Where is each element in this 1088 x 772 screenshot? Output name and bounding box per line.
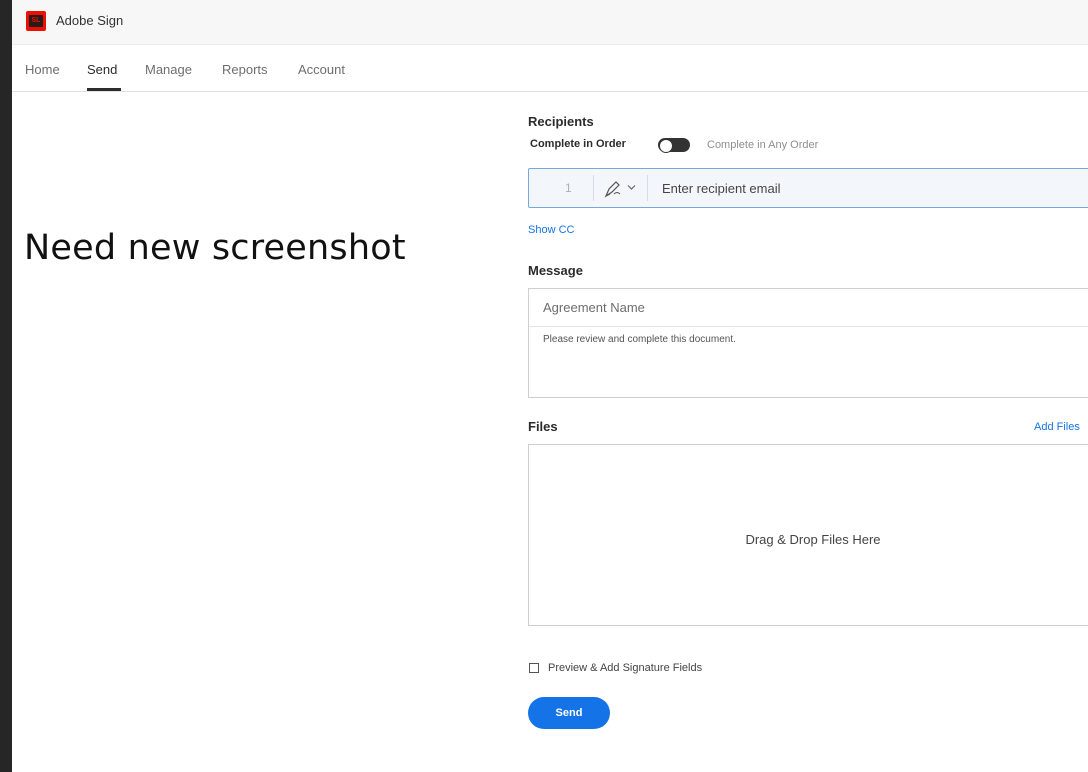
preview-label[interactable]: Preview & Add Signature Fields (548, 662, 702, 674)
tab-send[interactable]: Send (87, 62, 117, 77)
complete-in-any-order-label: Complete in Any Order (707, 139, 819, 151)
recipient-number: 1 (565, 181, 572, 195)
tab-account[interactable]: Account (298, 62, 345, 77)
recipients-title: Recipients (528, 114, 594, 129)
message-title: Message (528, 263, 583, 278)
preview-checkbox[interactable] (529, 663, 539, 673)
adobe-sign-logo: SL (26, 11, 46, 31)
tab-reports[interactable]: Reports (222, 62, 268, 77)
dropzone-label: Drag & Drop Files Here (745, 532, 881, 547)
message-box: Please review and complete this document… (528, 288, 1088, 398)
chevron-down-icon[interactable] (627, 184, 636, 191)
active-tab-indicator (87, 88, 121, 91)
toggle-knob (659, 139, 673, 153)
files-title: Files (528, 419, 558, 434)
recipient-row: 1 (528, 168, 1088, 208)
tab-home[interactable]: Home (25, 62, 60, 77)
pen-icon[interactable] (603, 179, 623, 199)
agreement-name-input[interactable] (529, 289, 1088, 327)
app-title: Adobe Sign (56, 13, 124, 28)
placeholder-note: Need new screenshot (24, 228, 406, 268)
file-dropzone[interactable]: Drag & Drop Files Here (528, 444, 1088, 626)
app-window: SL Adobe Sign Home Send Manage Reports A… (12, 0, 1088, 772)
title-bar: SL Adobe Sign (12, 0, 1088, 45)
message-body-textarea[interactable]: Please review and complete this document… (543, 334, 736, 345)
divider (647, 175, 648, 201)
divider (593, 175, 594, 201)
tab-manage[interactable]: Manage (145, 62, 192, 77)
recipient-email-input[interactable] (662, 177, 1082, 199)
add-files-link[interactable]: Add Files (1034, 421, 1080, 433)
order-toggle[interactable] (658, 138, 690, 153)
main-nav: Home Send Manage Reports Account (12, 45, 1088, 92)
show-cc-link[interactable]: Show CC (528, 224, 574, 236)
complete-in-order-label: Complete in Order (530, 138, 626, 150)
send-button[interactable]: Send (528, 697, 610, 729)
logo-mark: SL (29, 15, 43, 27)
